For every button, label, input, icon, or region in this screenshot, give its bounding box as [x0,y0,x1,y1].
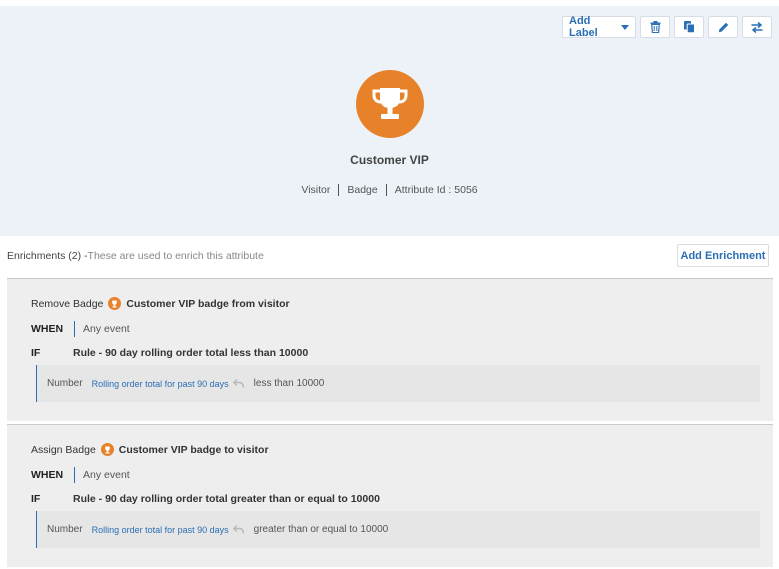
condition-operator: less than 10000 [253,378,325,389]
copy-icon [683,21,695,33]
attribute-meta: Visitor Badge Attribute Id : 5056 [0,184,779,196]
undo-icon [232,379,244,388]
attribute-badge-avatar [356,70,424,138]
enrichment-target: Customer VIP badge from visitor [126,297,290,310]
attribute-id: Attribute Id : 5056 [385,184,486,196]
if-keyword: IF [31,493,41,505]
when-value: Any event [74,321,130,337]
enrichment-target: Customer VIP badge to visitor [118,443,269,456]
condition-row: Number Rolling order total for past 90 d… [36,365,760,402]
enrichment-title: Assign Badge Customer VIP badge to visit… [31,443,269,456]
undo-icon [232,525,244,534]
enrichments-count: Enrichments (2) - [7,250,88,262]
duplicate-button[interactable] [674,16,704,38]
trophy-icon [372,88,408,119]
pencil-icon [718,22,728,32]
enrichments-header: Enrichments (2) -These are used to enric… [7,250,264,262]
toolbar: Add Label [562,15,772,39]
rule-name: Rule - 90 day rolling order total greate… [73,493,380,505]
condition-attribute-link[interactable]: Rolling order total for past 90 days [92,379,229,389]
add-label-text: Add Label [569,15,598,39]
condition-type: Number [47,378,83,389]
enrichment-card: Remove Badge Customer VIP badge from vis… [7,279,773,421]
trophy-icon [108,297,122,310]
chevron-down-icon [621,25,629,30]
when-row: WHEN Any event [31,467,130,483]
attribute-type: Visitor [301,184,331,196]
delete-button[interactable] [640,16,670,38]
condition-attribute-link[interactable]: Rolling order total for past 90 days [92,525,229,535]
when-value: Any event [74,467,130,483]
when-keyword: WHEN [31,469,64,481]
swap-button[interactable] [742,16,772,38]
swap-icon [751,21,763,33]
enrichment-action: Remove Badge [31,297,104,310]
add-label-button[interactable]: Add Label [562,15,636,39]
if-row: IF Rule - 90 day rolling order total gre… [31,493,380,505]
enrichment-action: Assign Badge [31,443,96,456]
edit-button[interactable] [708,16,738,38]
attribute-header-panel: Add Label [0,0,779,236]
trash-icon [650,21,660,33]
enrichments-subtitle: These are used to enrich this attribute [87,250,264,262]
when-row: WHEN Any event [31,321,130,337]
condition-operator: greater than or equal to 10000 [253,524,389,535]
add-enrichment-button[interactable]: Add Enrichment [677,244,769,267]
condition-type: Number [47,524,83,535]
attribute-title: Customer VIP [350,153,429,167]
if-row: IF Rule - 90 day rolling order total les… [31,347,308,359]
attribute-kind: Badge [338,184,385,196]
condition-row: Number Rolling order total for past 90 d… [36,511,760,548]
enrichment-card: Assign Badge Customer VIP badge to visit… [7,425,773,567]
when-keyword: WHEN [31,323,64,335]
rule-name: Rule - 90 day rolling order total less t… [73,347,309,359]
if-keyword: IF [31,347,41,359]
enrichment-title: Remove Badge Customer VIP badge from vis… [31,297,290,310]
trophy-icon [100,443,114,456]
